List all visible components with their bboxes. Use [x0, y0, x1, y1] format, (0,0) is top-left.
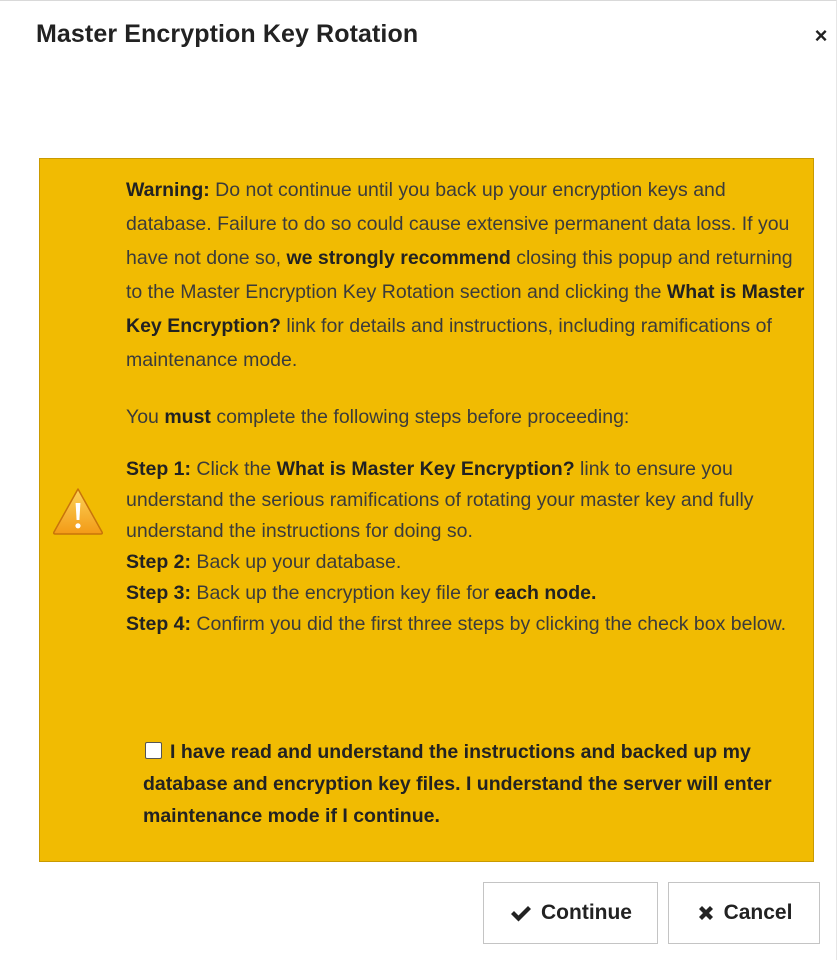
step-text: Back up the encryption key file for: [191, 582, 495, 604]
step-label: Step 1:: [126, 458, 192, 480]
must-text-span: You: [126, 406, 165, 428]
continue-label: Continue: [541, 901, 632, 924]
must-paragraph: You must complete the following steps be…: [126, 400, 806, 434]
rotation-dialog: Master Encryption Key Rotation × Warning…: [0, 0, 837, 960]
dialog-title: Master Encryption Key Rotation: [36, 20, 419, 48]
each-node-emphasis: each node.: [494, 582, 597, 604]
warning-triangle-icon: [52, 488, 104, 535]
step-1: Step 1: Click the What is Master Key Enc…: [126, 454, 806, 547]
step-text: Click the: [191, 458, 277, 480]
step-label: Step 3:: [126, 582, 192, 604]
step-2: Step 2: Back up your database.: [126, 547, 806, 578]
x-icon: [696, 903, 716, 923]
confirm-checkbox-row[interactable]: I have read and understand the instructi…: [143, 736, 793, 832]
confirm-checkbox-label[interactable]: I have read and understand the instructi…: [143, 741, 772, 827]
continue-button[interactable]: Continue: [483, 882, 658, 944]
step-label: Step 4:: [126, 613, 192, 635]
cancel-label: Cancel: [723, 901, 793, 924]
confirm-checkbox[interactable]: [145, 742, 162, 759]
step-4: Step 4: Confirm you did the first three …: [126, 609, 806, 640]
step-text: Confirm you did the first three steps by…: [191, 613, 787, 635]
checkmark-icon: [509, 903, 533, 923]
step-link-text: What is Master Key Encryption?: [276, 458, 575, 480]
must-emphasis: must: [164, 406, 211, 428]
warning-lead: Warning:: [126, 179, 210, 201]
steps-list: Step 1: Click the What is Master Key Enc…: [126, 454, 806, 640]
step-text: Back up your database.: [191, 551, 402, 573]
close-icon[interactable]: ×: [808, 23, 834, 49]
step-3: Step 3: Back up the encryption key file …: [126, 578, 806, 609]
warning-paragraph: Warning: Do not continue until you back …: [126, 173, 806, 377]
step-label: Step 2:: [126, 551, 192, 573]
warning-panel: Warning: Do not continue until you back …: [39, 158, 814, 862]
must-text-span: complete the following steps before proc…: [210, 406, 630, 428]
strong-recommend-text: we strongly recommend: [286, 247, 511, 269]
cancel-button[interactable]: Cancel: [668, 882, 820, 944]
warning-text: Warning: Do not continue until you back …: [126, 173, 806, 640]
